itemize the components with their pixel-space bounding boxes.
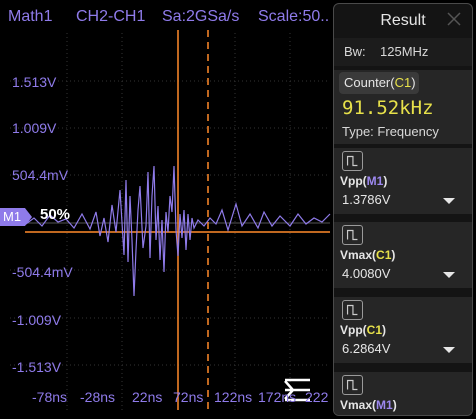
x-tick-label: 222 xyxy=(305,389,329,405)
bandwidth-row: Bw: 125MHz xyxy=(334,38,472,66)
waveform-icon[interactable] xyxy=(342,300,363,320)
measurement-name: Vpp(M1) xyxy=(340,174,387,188)
measurement-source: M1 xyxy=(366,174,384,188)
channel-expression[interactable]: CH2-CH1 xyxy=(76,2,145,32)
y-tick-label: -504.4mV xyxy=(12,264,73,280)
waveform-display[interactable]: Math1 CH2-CH1 Sa:2GSa/s Scale:50.. 1.513… xyxy=(0,0,476,419)
bandwidth-label: Bw: xyxy=(344,44,366,59)
measurement-source: M1 xyxy=(376,398,393,412)
measurement-name: Vpp(C1) xyxy=(340,323,386,337)
result-panel: Result Bw: 125MHz Counter(C1) 91.52kHz T… xyxy=(333,3,473,416)
y-tick-label: 1.513V xyxy=(12,74,57,90)
counter-type: Type: Frequency xyxy=(342,124,439,139)
measurement-source: C1 xyxy=(366,323,383,337)
x-tick-label: 22ns xyxy=(132,389,163,405)
measurement-value: 4.0080V xyxy=(342,266,391,281)
dropdown-arrow-icon[interactable] xyxy=(443,272,455,278)
math-label[interactable]: Math1 xyxy=(8,2,52,32)
counter-card[interactable]: Counter(C1) 91.52kHz Type: Frequency xyxy=(334,70,472,144)
trigger-level-percent: 50% xyxy=(40,206,71,223)
x-tick-label: -78ns xyxy=(32,389,68,405)
waveform-icon[interactable] xyxy=(342,375,363,395)
close-icon[interactable] xyxy=(446,11,462,27)
counter-value: 91.52kHz xyxy=(342,97,434,119)
y-tick-label: 1.009V xyxy=(12,120,57,136)
x-tick-label: 172ns xyxy=(258,389,297,405)
x-tick-label: 122ns xyxy=(214,389,253,405)
counter-channel: C1 xyxy=(394,75,412,90)
waveform-icon[interactable] xyxy=(342,225,363,245)
measurement-name: Vmax(C1) xyxy=(340,248,395,262)
measurement-type: Vpp( xyxy=(340,323,367,337)
y-tick-label: -1.513V xyxy=(12,359,62,375)
measurement-source: C1 xyxy=(376,248,392,262)
dropdown-arrow-icon[interactable] xyxy=(443,347,455,353)
measurement-name: Vmax(M1) xyxy=(340,398,397,412)
counter-type-label: Type: xyxy=(342,124,374,139)
x-tick-label: -28ns xyxy=(80,389,116,405)
counter-type-value: Frequency xyxy=(377,124,439,139)
sample-rate: Sa:2GSa/s xyxy=(162,8,240,25)
x-tick-label: 72ns xyxy=(173,389,204,405)
dropdown-arrow-icon[interactable] xyxy=(443,198,455,204)
waveform-icon[interactable] xyxy=(342,151,363,171)
measurement-card-vmax-m1[interactable]: Vmax(M1) xyxy=(334,372,472,415)
measurement-name-end: ) xyxy=(383,174,388,188)
counter-label: Counter( xyxy=(344,75,395,90)
measurement-type: Vpp( xyxy=(340,174,367,188)
bandwidth-value: 125MHz xyxy=(380,44,429,59)
measurement-card-vpp-m1[interactable]: Vpp(M1) 1.3786V xyxy=(334,148,472,214)
measurement-value: 6.2864V xyxy=(342,341,391,356)
measurement-name-end: ) xyxy=(382,323,387,337)
measurement-card-vpp-c1[interactable]: Vpp(C1) 6.2864V xyxy=(334,297,472,363)
counter-tab[interactable]: Counter(C1) xyxy=(339,72,419,94)
measurement-name-end: ) xyxy=(391,248,396,262)
y-tick-label: -1.009V xyxy=(12,312,62,328)
counter-label-end: ) xyxy=(411,75,416,90)
vertical-scale[interactable]: Scale:50.. xyxy=(258,2,329,32)
measurement-type: Vmax( xyxy=(340,398,377,412)
measurement-value: 1.3786V xyxy=(342,192,391,207)
measurement-type: Vmax( xyxy=(340,248,377,262)
measurement-card-vmax-c1[interactable]: Vmax(C1) 4.0080V xyxy=(334,222,472,288)
measurement-name-end: ) xyxy=(392,398,397,412)
y-tick-label: 504.4mV xyxy=(12,167,69,183)
